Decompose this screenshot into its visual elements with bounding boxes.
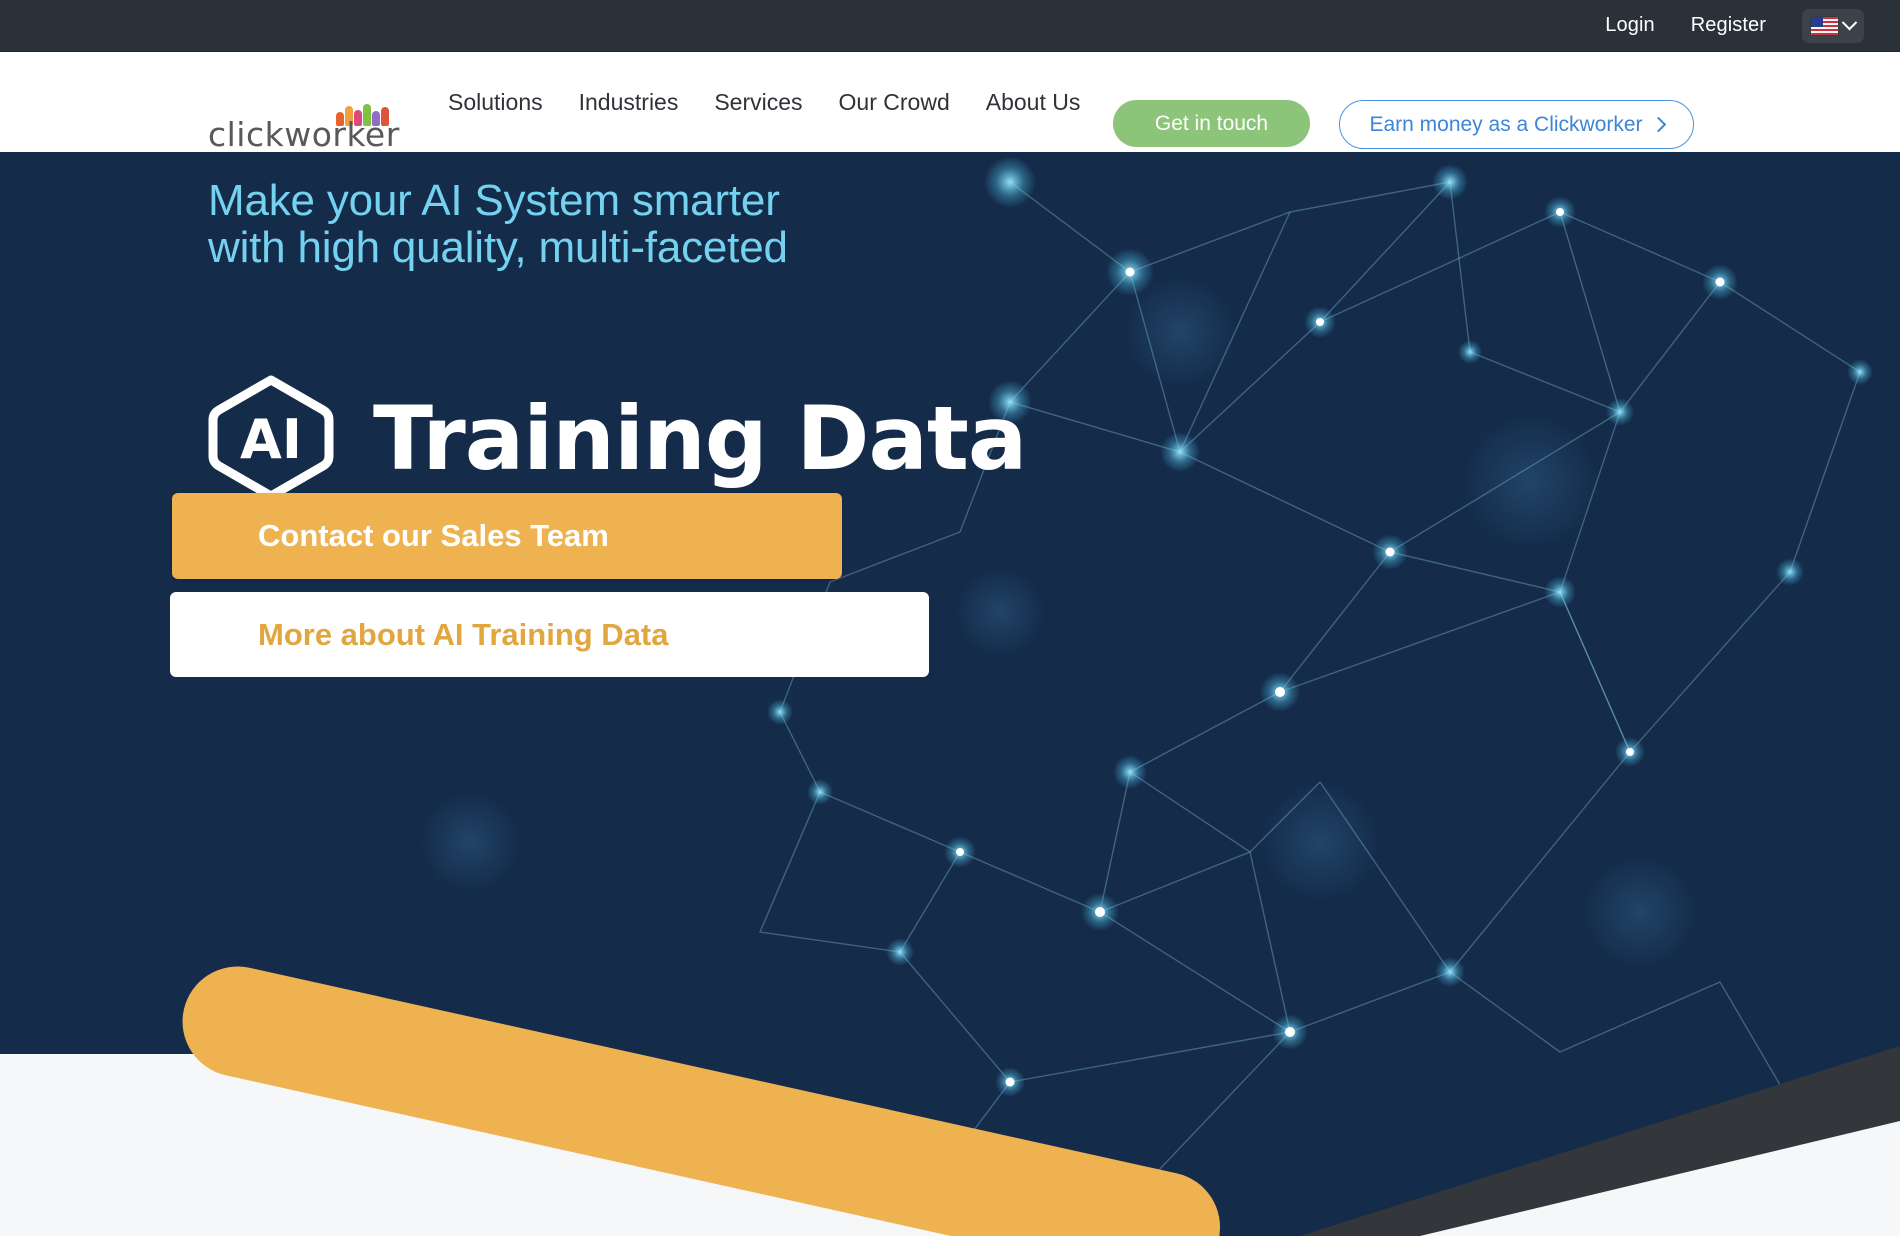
hero-subheadline-line-2: with high quality, multi-faceted — [208, 222, 788, 272]
primary-navigation: Solutions Industries Services Our Crowd … — [448, 52, 1080, 152]
nav-item-about-us[interactable]: About Us — [986, 89, 1081, 116]
earn-money-label: Earn money as a Clickworker — [1369, 112, 1643, 136]
logo-wordmark: clickworker — [208, 115, 400, 154]
register-link[interactable]: Register — [1691, 14, 1766, 37]
hero-subheadline-line-1: Make your AI System smarter — [208, 176, 780, 225]
hero-title: Training Data — [373, 386, 1027, 490]
language-selector[interactable] — [1802, 8, 1864, 43]
clickworker-logo[interactable]: clickworker — [208, 100, 400, 156]
nav-item-services[interactable]: Services — [714, 89, 802, 116]
hero-title-row: AI Training Data — [205, 372, 1027, 504]
earn-money-button[interactable]: Earn money as a Clickworker — [1339, 100, 1694, 149]
top-utility-bar: Login Register — [0, 0, 1900, 52]
nav-item-industries[interactable]: Industries — [579, 89, 679, 116]
hexagon-ai-badge-icon: AI — [205, 372, 337, 504]
hero-bottom-decoration — [0, 906, 1900, 1236]
svg-text:AI: AI — [240, 408, 302, 471]
login-link[interactable]: Login — [1605, 14, 1654, 37]
more-about-ai-training-data-button[interactable]: More about AI Training Data — [170, 592, 929, 677]
get-in-touch-button[interactable]: Get in touch — [1113, 100, 1310, 147]
nav-item-our-crowd[interactable]: Our Crowd — [839, 89, 950, 116]
chevron-down-icon — [1841, 14, 1858, 31]
hero-section: Make your AI System smarter with high qu… — [0, 152, 1900, 1236]
hero-subheadline: Make your AI System smarter with high qu… — [208, 176, 788, 272]
nav-item-solutions[interactable]: Solutions — [448, 89, 543, 116]
chevron-right-icon — [1650, 116, 1666, 133]
us-flag-icon — [1811, 16, 1838, 35]
contact-sales-team-button[interactable]: Contact our Sales Team — [172, 493, 842, 579]
